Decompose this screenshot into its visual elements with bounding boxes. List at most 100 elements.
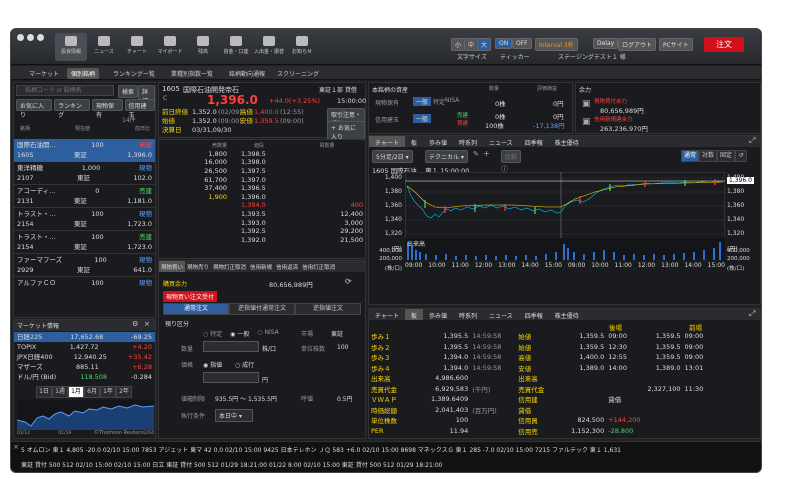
window-minimize-button[interactable]: [27, 34, 34, 41]
compare-button[interactable]: 比較: [501, 150, 522, 163]
chart-tab-chart[interactable]: チャート: [369, 136, 405, 147]
board-tab-news[interactable]: ニュース: [483, 309, 519, 320]
book-row[interactable]: 37,400 1,396.5: [159, 184, 365, 193]
search-button[interactable]: 検索: [118, 85, 139, 98]
ticker-row[interactable]: 東証 貸付 500 512 02/10 15:00 02/10 15:00 日立…: [21, 460, 442, 469]
board-tab-trades[interactable]: 歩み値: [423, 309, 453, 320]
order-tab-spot-sell[interactable]: 現物売り: [185, 261, 211, 272]
chart-tab-news[interactable]: ニュース: [483, 136, 519, 147]
toolbar-balance[interactable]: 残高: [187, 33, 219, 61]
order-tab-spot-amend[interactable]: 現物訂正取消: [211, 261, 248, 272]
book-row[interactable]: 1,900 1,396.0: [159, 193, 365, 202]
pc-site-button[interactable]: PCサイト: [659, 38, 693, 51]
nav-market[interactable]: マーケット: [25, 68, 63, 79]
board-tab-quarterly[interactable]: 四季報: [519, 309, 549, 320]
book-row[interactable]: 1,800 1,398.5: [159, 150, 365, 159]
book-row[interactable]: 1,393.5 12,400: [159, 210, 365, 219]
book-row[interactable]: 1,393.0 3,000: [159, 218, 365, 227]
gear-icon[interactable]: ⚙: [132, 320, 138, 328]
close-icon[interactable]: ×: [13, 443, 19, 451]
tab-credit-positions[interactable]: 信用建玉: [124, 99, 155, 119]
order-tab-margin-close[interactable]: 信用返済: [274, 261, 300, 272]
limit-radio[interactable]: ◉ 指値: [203, 360, 222, 369]
order-tab-margin-amend[interactable]: 信用訂正取消: [300, 261, 337, 272]
period-1y[interactable]: 1年: [100, 386, 116, 398]
pen-icon[interactable]: ✎: [473, 150, 479, 158]
order-type-ifd[interactable]: 逆指値付通常注文: [229, 303, 295, 315]
stock-search-input[interactable]: [16, 85, 114, 96]
spot-type-specific[interactable]: 特定: [433, 97, 445, 106]
index-row[interactable]: 日経225 17,652.68 -69.25: [14, 332, 155, 342]
watchlist-item[interactable]: ファーマフーズ 100 現物 2929 東証 641.0: [14, 254, 155, 277]
scale-log[interactable]: 対数: [699, 150, 717, 162]
book-row[interactable]: 1,392.5 29,200: [159, 227, 365, 236]
tab-spot-holdings[interactable]: 現物保有: [92, 99, 123, 119]
expand-icon[interactable]: ⤢: [749, 136, 755, 146]
account-general-radio[interactable]: ◉ 一般: [230, 329, 249, 338]
close-icon[interactable]: ×: [144, 320, 150, 328]
spot-type-nisa[interactable]: NISA: [445, 97, 459, 104]
index-row[interactable]: ドル/円 (Bid) 118.508 -0.284: [14, 372, 155, 382]
price-input[interactable]: [203, 372, 259, 383]
nav-stock[interactable]: 個別銘柄: [67, 68, 100, 79]
nav-screening[interactable]: スクリーニング: [273, 68, 323, 79]
spot-type-general[interactable]: 一般: [413, 97, 432, 106]
account-specific-radio[interactable]: ○ 特定: [203, 329, 222, 338]
quantity-input[interactable]: [203, 341, 259, 352]
market-order-radio[interactable]: ○ 成行: [235, 360, 254, 369]
expand-icon[interactable]: ⤢: [749, 309, 755, 319]
order-type-stop[interactable]: 逆指値注文: [295, 303, 361, 315]
chart-tab-quarterly[interactable]: 四季報: [519, 136, 549, 147]
period-1d[interactable]: 1日: [36, 386, 52, 398]
order-button[interactable]: 注文: [704, 37, 744, 52]
period-1m[interactable]: 1月: [68, 386, 84, 398]
book-row[interactable]: 1,394.0 400: [159, 201, 365, 210]
board-tab-chart[interactable]: チャート: [369, 309, 405, 320]
logout-button[interactable]: ログアウト: [618, 38, 657, 51]
order-tab-spot-buy[interactable]: 現物買い: [159, 261, 186, 272]
index-row[interactable]: マザーズ 885.11 +6.28: [14, 362, 155, 372]
ticker-off-button[interactable]: OFF: [512, 38, 532, 49]
watchlist-item[interactable]: アルファＣＯ 100 現物: [14, 277, 155, 291]
book-row[interactable]: 61,700 1,397.0: [159, 175, 365, 184]
order-tab-margin-new[interactable]: 信用新規: [248, 261, 274, 272]
book-row[interactable]: 16,000 1,398.0: [159, 158, 365, 167]
watchlist-item[interactable]: アコーディ… 0 売建 2131 東証 1,181.0: [14, 185, 155, 208]
period-2y[interactable]: 2年: [116, 386, 132, 398]
credit-type-general[interactable]: 一般: [413, 114, 432, 123]
tab-ranking[interactable]: ランキング: [54, 99, 91, 119]
toolbar-transfer[interactable]: 入出金・振替: [253, 33, 285, 61]
tab-favorites[interactable]: お気に入り: [16, 99, 53, 119]
nav-alert[interactable]: 銘柄動向通報: [225, 68, 269, 79]
nav-sector[interactable]: 業種別指数一覧: [167, 68, 217, 79]
board-tab-benefits[interactable]: 株主優待: [549, 309, 585, 320]
period-1w[interactable]: 1週: [52, 386, 68, 398]
window-close-button[interactable]: [17, 34, 24, 41]
font-size-large[interactable]: 大: [477, 38, 492, 51]
plus-icon[interactable]: +: [483, 149, 490, 158]
chart-tab-timeseries[interactable]: 時系列: [453, 136, 483, 147]
toolbar-investment-info[interactable]: 投資情報: [55, 33, 87, 61]
index-row[interactable]: TOPIX 1,427.72 +4.20: [14, 342, 155, 352]
toolbar-notice[interactable]: お知らせ: [286, 33, 318, 61]
toolbar-chart[interactable]: チャート: [121, 33, 153, 61]
watchlist-item[interactable]: 国際石油開… 100 買建 1605 東証 1,396.0: [14, 139, 155, 162]
nav-ranking[interactable]: ランキング一覧: [109, 68, 159, 79]
scale-fixed[interactable]: 固定: [717, 150, 735, 162]
condition-select[interactable]: 本日中 ▾: [215, 409, 253, 422]
account-nisa-radio[interactable]: ○ NISA: [257, 329, 278, 338]
board-tab-board[interactable]: 板: [404, 309, 423, 320]
reset-icon[interactable]: ↺: [735, 150, 747, 162]
chart-tab-board[interactable]: 板: [405, 136, 423, 147]
window-zoom-button[interactable]: [37, 34, 44, 41]
scale-normal[interactable]: 通常: [681, 150, 699, 162]
interval-dropdown[interactable]: 5分足/2日 ▾: [372, 150, 413, 163]
delay-button[interactable]: Delay: [593, 38, 619, 49]
font-size-medium[interactable]: 中: [464, 38, 479, 51]
book-row[interactable]: 1,392.0 21,500: [159, 236, 365, 245]
font-size-small[interactable]: 小: [451, 38, 466, 51]
watchlist-item[interactable]: トラスト・… 100 売建 2154 東証 1,723.0: [14, 231, 155, 254]
ticker-on-button[interactable]: ON: [495, 38, 513, 49]
chart-tab-benefits[interactable]: 株主優待: [549, 136, 585, 147]
toolbar-myboard[interactable]: マイボード: [154, 33, 186, 61]
